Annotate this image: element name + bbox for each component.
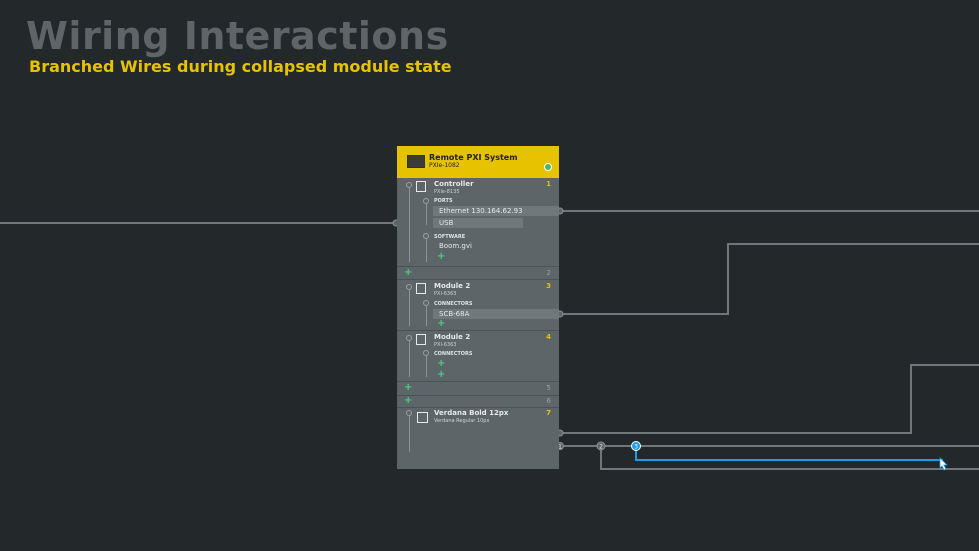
section-label: CONNECTORS [434,301,473,307]
module-grid-icon [416,334,426,345]
port-ethernet[interactable]: Ethernet 130.164.62.93 [433,206,559,216]
add-software-icon[interactable]: + [437,252,445,262]
system-panel: Remote PXI System PXIe-1082 Controller P… [397,146,559,469]
add-connector-icon[interactable]: + [437,359,445,369]
slot-number: 5 [546,384,551,392]
empty-slot-6[interactable]: + 6 [397,396,559,407]
tree-line [426,305,427,326]
add-connector-icon[interactable]: + [437,370,445,380]
module-model: PXIe-8135 [434,189,460,195]
tree-line [409,188,410,262]
wire-scb [559,243,979,315]
module-model: PXI-6363 [434,342,457,348]
badge-2: 2 [599,444,603,451]
module-7[interactable]: Verdana Bold 12px Verdana Regular 10px 7 [397,408,559,456]
slot-number: 6 [546,397,551,405]
module-model: Verdana Regular 10px [434,418,490,424]
wire-conn-branch [600,446,979,470]
system-model: PXIe-1082 [429,162,460,169]
module-name: Module 2 [434,282,471,290]
module-3[interactable]: Module 2 PXI-6363 3 CONNECTORS SCB-68A + [397,280,559,330]
section-label: PORTS [434,198,453,204]
badge-3: 3 [634,444,638,451]
slot-number: 1 [546,180,551,188]
status-indicator-icon [544,163,552,171]
add-module-icon[interactable]: + [404,383,412,393]
section-label: SOFTWARE [434,234,466,240]
chassis-icon [407,155,425,168]
tree-line [426,355,427,377]
wire-fea [559,364,979,434]
add-module-icon[interactable]: + [404,396,412,406]
module-model: PXI-6363 [434,291,457,297]
empty-slot-2[interactable]: + 2 [397,267,559,279]
system-name: Remote PXI System [429,153,518,162]
software-item[interactable]: Boom.gvi [433,241,493,251]
tree-line [409,290,410,326]
system-header[interactable]: Remote PXI System PXIe-1082 [397,146,559,178]
port-usb[interactable]: USB [433,218,523,228]
module-controller[interactable]: Controller PXIe-8135 1 PORTS Ethernet 13… [397,178,559,266]
wire-selected [635,446,943,461]
module-grid-icon [416,283,426,294]
slot-number: 3 [546,282,551,290]
empty-slot-5[interactable]: + 5 [397,382,559,395]
slot-number: 7 [546,409,551,417]
module-name: Verdana Bold 12px [434,409,509,417]
add-connector-icon[interactable]: + [437,319,445,329]
module-4[interactable]: Module 2 PXI-6363 4 CONNECTORS + + [397,331,559,381]
tree-line [426,238,427,262]
tree-line [426,203,427,225]
controller-icon [416,181,426,192]
module-name: Module 2 [434,333,471,341]
chip-icon [417,412,428,423]
slot-number: 4 [546,333,551,341]
tree-line [409,341,410,377]
connector-scb[interactable]: SCB-68A [433,309,559,319]
section-label: CONNECTORS [434,351,473,357]
slot-number: 2 [546,269,551,277]
tree-line [409,416,410,452]
module-name: Controller [434,180,474,188]
add-module-icon[interactable]: + [404,268,412,278]
